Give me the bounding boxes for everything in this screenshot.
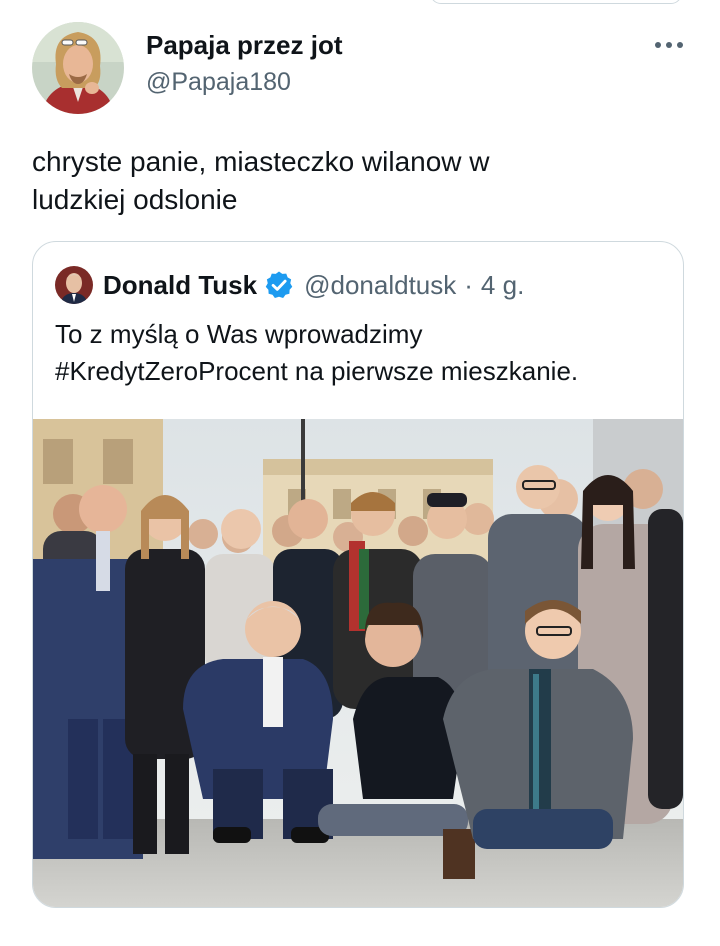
quoted-author-avatar[interactable] bbox=[55, 266, 93, 304]
quoted-time[interactable]: 4 g. bbox=[481, 270, 524, 301]
author-info: Papaja przez jot @Papaja180 bbox=[146, 28, 343, 98]
quoted-photo[interactable] bbox=[33, 419, 683, 907]
meta-separator: · bbox=[464, 269, 473, 300]
author-name[interactable]: Papaja przez jot bbox=[146, 28, 343, 62]
quoted-handle[interactable]: @donaldtusk bbox=[304, 270, 456, 301]
tweet-text: chryste panie, miasteczko wilanow w ludz… bbox=[32, 146, 490, 215]
more-options-button[interactable] bbox=[652, 30, 686, 60]
author-handle[interactable]: @Papaja180 bbox=[146, 66, 343, 98]
quoted-author-name[interactable]: Donald Tusk bbox=[103, 270, 257, 301]
group-photo bbox=[33, 419, 683, 907]
quoted-author-line: Donald Tusk @donaldtusk · 4 g. bbox=[103, 266, 524, 304]
quoted-text: To z myślą o Was wprowadzimy #KredytZero… bbox=[55, 319, 579, 386]
tweet-header: Papaja przez jot @Papaja180 bbox=[32, 22, 688, 114]
top-edge-card bbox=[430, 0, 682, 4]
author-avatar[interactable] bbox=[32, 22, 124, 114]
more-horizontal-icon bbox=[655, 42, 683, 48]
quoted-tweet[interactable]: Donald Tusk @donaldtusk · 4 g. To z myśl… bbox=[32, 241, 684, 908]
verified-badge-icon bbox=[265, 271, 293, 298]
